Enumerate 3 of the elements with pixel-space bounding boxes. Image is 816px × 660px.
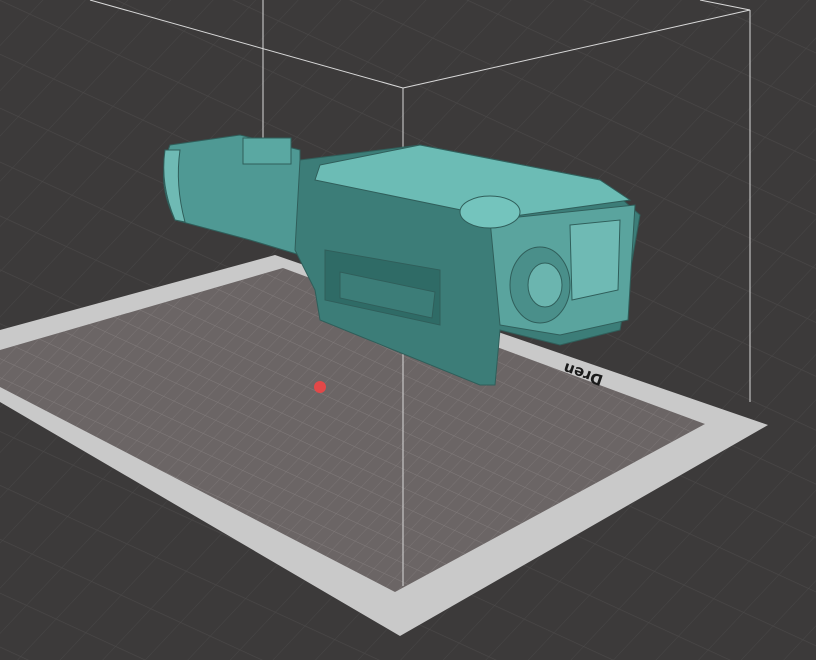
3d-viewport[interactable]: Dren xyxy=(0,0,816,660)
bed-label: Dren xyxy=(560,358,606,390)
marker-dot xyxy=(314,381,326,393)
